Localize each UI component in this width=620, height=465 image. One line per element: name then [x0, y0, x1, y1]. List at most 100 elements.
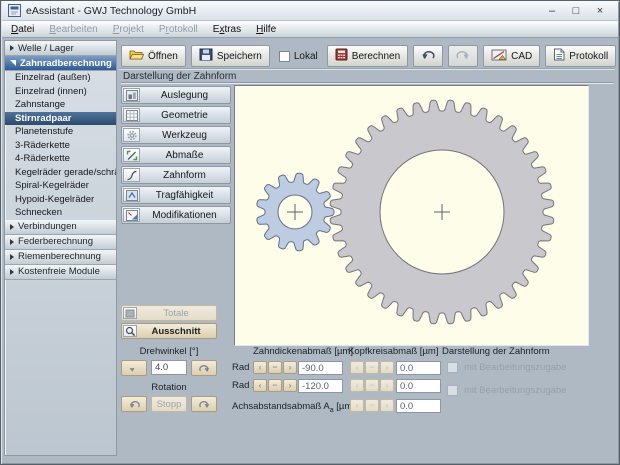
sidebar-item-spiral-kegelraeder[interactable]: Spiral-Kegelräder — [5, 179, 116, 193]
bearbeitungszugabe-checkbox-1[interactable]: mit Bearbeitungszugabe — [447, 362, 566, 373]
sidebar-item-einzelrad-innen[interactable]: Einzelrad (innen) — [5, 85, 116, 99]
sidebar-item-stirnradpaar[interactable]: Stirnradpaar — [5, 112, 116, 126]
reset-button[interactable]: − — [268, 379, 282, 392]
increment-button[interactable]: › — [380, 361, 394, 374]
minimize-button[interactable]: – — [540, 2, 564, 20]
decrement-button[interactable]: ‹ — [350, 379, 364, 392]
magnifier-icon — [123, 325, 137, 337]
totale-button[interactable]: Totale — [121, 305, 217, 321]
darstellung-section-title: Darstellung der Zahnform — [442, 346, 550, 357]
geometrie-button[interactable]: Geometrie — [121, 106, 231, 124]
rotation-stop-button[interactable]: Stopp — [151, 396, 187, 412]
calculation-step-buttons: Auslegung Geometrie Werkzeug Abmaße Zahnform… — [121, 86, 231, 224]
protocol-icon — [553, 48, 565, 64]
sidebar-item-federberechnung[interactable]: Federberechnung — [5, 235, 116, 250]
expanded-arrow-icon — [10, 60, 16, 66]
zahnform-button[interactable]: Zahnform — [121, 166, 231, 184]
modifikationen-button[interactable]: Modifikationen — [121, 206, 231, 224]
reset-button[interactable]: − — [365, 379, 379, 392]
calculator-icon — [335, 48, 348, 64]
rad1-zahndicken-input[interactable] — [298, 361, 343, 375]
rad2-zahndicken-input[interactable] — [298, 379, 343, 393]
kopfkreis-header: Kopfkreisabmaß [µm] — [348, 346, 438, 357]
tragfaehigkeit-icon — [123, 188, 140, 202]
rotation-ccw-button[interactable] — [121, 396, 147, 412]
menu-projekt[interactable]: Projekt — [113, 24, 144, 35]
achsabstand-input[interactable] — [396, 399, 441, 413]
tragfaehigkeit-button[interactable]: Tragfähigkeit — [121, 186, 231, 204]
menu-datei[interactable]: Datei — [11, 24, 34, 35]
redo-icon — [456, 49, 470, 63]
sidebar-item-welle-lager[interactable]: Welle / Lager — [5, 41, 116, 56]
panel-title-separator — [121, 82, 613, 84]
menu-hilfe[interactable]: Hilfe — [256, 24, 276, 35]
main-toolbar: ÖffnenSpeichern Lokal Berechnen CADProtokol… — [121, 45, 620, 67]
speichern-button[interactable]: Speichern — [191, 45, 270, 67]
sidebar-item-schnecken[interactable]: Schnecken — [5, 206, 116, 220]
reset-button[interactable]: − — [365, 399, 379, 412]
rad2-kopfkreis-stepper: ‹−› — [350, 379, 394, 392]
undo-icon — [421, 49, 435, 63]
sidebar-item-4-raederkette[interactable]: 4-Räderkette — [5, 152, 116, 166]
achsabstand-label: Achsabstandsabmaß Aa [µm] — [232, 401, 355, 414]
sidebar-item-zahnradberechnung[interactable]: Zahnradberechnung — [5, 56, 116, 71]
redo-button[interactable] — [448, 45, 478, 67]
berechnen-button[interactable]: Berechnen — [327, 45, 408, 67]
maximize-button[interactable]: □ — [564, 2, 588, 20]
rad1-kopfkreis-input[interactable] — [396, 361, 441, 375]
gear-drawing-canvas — [234, 85, 589, 346]
rotate-ccw-step-button[interactable] — [121, 360, 147, 376]
sidebar-item-3-raederkette[interactable]: 3-Räderkette — [5, 139, 116, 153]
abmasse-button[interactable]: Abmaße — [121, 146, 231, 164]
decrement-button[interactable]: ‹ — [253, 379, 267, 392]
ausschnitt-button[interactable]: Ausschnitt — [121, 323, 217, 339]
reset-button[interactable]: − — [268, 361, 282, 374]
totale-icon — [123, 307, 137, 319]
app-window: eAssistant - GWJ Technology GmbH – □ × D… — [0, 0, 620, 465]
increment-button[interactable]: › — [283, 379, 297, 392]
sidebar-item-planetenstufe[interactable]: Planetenstufe — [5, 125, 116, 139]
achsabstand-stepper: ‹−› — [350, 399, 394, 412]
gear-figure — [235, 86, 588, 350]
collapsed-arrow-icon — [10, 269, 14, 275]
reset-button[interactable]: − — [365, 361, 379, 374]
undo-button[interactable] — [413, 45, 443, 67]
open-folder-icon — [129, 48, 144, 64]
sidebar-item-einzelrad-aussen[interactable]: Einzelrad (außen) — [5, 71, 116, 85]
oeffnen-button[interactable]: Öffnen — [121, 45, 186, 67]
bearbeitungszugabe-checkbox-2[interactable]: mit Bearbeitungszugabe — [447, 385, 566, 396]
rotation-label: Rotation — [121, 382, 217, 393]
menu-protokoll[interactable]: Protokoll — [159, 24, 198, 35]
menu-bar: Datei Bearbeiten Projekt Protokoll Extras Hil… — [2, 21, 618, 38]
increment-button[interactable]: › — [283, 361, 297, 374]
modifikationen-icon — [123, 208, 140, 222]
increment-button[interactable]: › — [380, 379, 394, 392]
rotation-cw-button[interactable] — [191, 396, 217, 412]
collapsed-arrow-icon — [10, 224, 14, 230]
rad2-kopfkreis-input[interactable] — [396, 379, 441, 393]
menu-bearbeiten[interactable]: Bearbeiten — [49, 24, 97, 35]
protokoll-button[interactable]: Protokoll — [545, 45, 616, 67]
decrement-button[interactable]: ‹ — [350, 399, 364, 412]
increment-button[interactable]: › — [380, 399, 394, 412]
sidebar-item-kostenfreie-module[interactable]: Kostenfreie Module — [5, 265, 116, 280]
decrement-button[interactable]: ‹ — [253, 361, 267, 374]
werkzeug-button[interactable]: Werkzeug — [121, 126, 231, 144]
sidebar-item-zahnstange[interactable]: Zahnstange — [5, 98, 116, 112]
decrement-button[interactable]: ‹ — [350, 361, 364, 374]
drehwinkel-input[interactable] — [151, 360, 187, 375]
rotate-cw-step-button[interactable] — [191, 360, 217, 376]
cad-button[interactable]: CAD — [483, 45, 540, 67]
zahndicken-header: Zahndickenabmaß [µm] — [253, 346, 353, 357]
menu-extras[interactable]: Extras — [213, 24, 241, 35]
rad2-zahndicken-stepper: ‹−› — [253, 379, 297, 392]
lokal-checkbox[interactable]: Lokal — [279, 51, 318, 62]
auslegung-button[interactable]: Auslegung — [121, 86, 231, 104]
close-button[interactable]: × — [588, 2, 612, 20]
sidebar-item-verbindungen[interactable]: Verbindungen — [5, 220, 116, 235]
sidebar-item-riemenberechnung[interactable]: Riemenberechnung — [5, 250, 116, 265]
sidebar-item-hypoid-kegelraeder[interactable]: Hypoid-Kegelräder — [5, 193, 116, 207]
sidebar-item-kegelraeder-gerade-schraeg[interactable]: Kegelräder gerade/schräg — [5, 166, 116, 180]
rad1-zahndicken-stepper: ‹−› — [253, 361, 297, 374]
auslegung-icon — [123, 88, 140, 102]
